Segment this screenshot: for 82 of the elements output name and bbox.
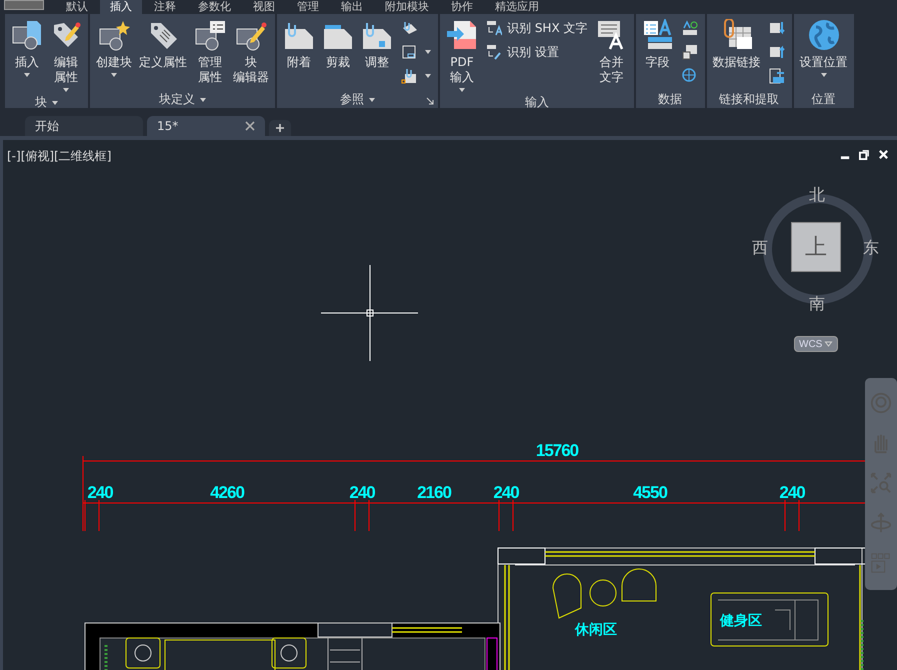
caret-icon[interactable] — [200, 98, 206, 102]
panel-title: 数据 — [658, 91, 682, 108]
room-label: 休闲区 — [575, 622, 617, 638]
tab-label: 开始 — [35, 118, 59, 134]
text-refresh-icon — [682, 20, 698, 36]
pdf-wrench-icon — [486, 44, 502, 60]
ribbon-button[interactable]: 字段 — [638, 17, 676, 91]
ribbon-tab[interactable]: 协作 — [441, 0, 483, 14]
dimension-text: 2160 — [417, 483, 451, 502]
ribbon-tab[interactable]: 默认 — [56, 0, 98, 14]
document-tab[interactable]: 15* — [147, 116, 265, 136]
panel-title: 参照 — [340, 91, 364, 108]
new-tab-button[interactable] — [269, 120, 291, 136]
ribbon-button[interactable]: 合并 文字 — [592, 17, 630, 94]
ribbon-button[interactable]: 设置位置 — [796, 17, 850, 91]
panel-title: 块定义 — [159, 91, 195, 108]
compass-north[interactable]: 北 — [809, 186, 825, 204]
ribbon-button[interactable]: PDF 输入 — [443, 17, 481, 94]
ribbon-button[interactable]: 编辑 属性 — [47, 17, 85, 94]
table-up-icon — [768, 44, 784, 60]
dimension-text: 240 — [87, 483, 113, 502]
dimension-text: 240 — [493, 483, 519, 502]
ribbon-tab[interactable]: 插入 — [100, 0, 142, 14]
ribbon-tab[interactable]: 管理 — [287, 0, 329, 14]
compass-east[interactable]: 东 — [863, 239, 879, 257]
globe-icon — [682, 68, 698, 84]
ribbon-button[interactable]: 剪裁 — [319, 17, 357, 91]
caret-icon — [824, 341, 834, 347]
button-label: WCS — [799, 338, 822, 350]
dimension-text: 4550 — [633, 483, 667, 502]
paperclip-frame-icon — [401, 68, 417, 84]
ribbon-tab[interactable]: 精选应用 — [485, 0, 549, 14]
ribbon-small-button[interactable] — [766, 67, 786, 85]
dimension-text: 4260 — [210, 483, 244, 502]
ribbon-small-button[interactable]: 识别 SHX 文字 — [484, 19, 590, 37]
viewport-controls[interactable]: [-][俯视][二维线框] — [7, 148, 112, 165]
room-label: 健身区 — [720, 613, 762, 629]
ribbon-small-button[interactable] — [680, 43, 700, 61]
dialog-launcher-icon[interactable] — [426, 97, 434, 105]
dimension-text: 240 — [349, 483, 375, 502]
view-cube[interactable]: 上 — [791, 222, 841, 272]
ribbon-small-button[interactable] — [399, 67, 433, 85]
compass-west[interactable]: 西 — [752, 239, 768, 257]
block-icon — [11, 19, 43, 51]
ribbon-button[interactable]: 附着 — [280, 17, 318, 91]
ribbon-button[interactable]: 块 编辑器 — [230, 17, 272, 91]
plus-icon — [275, 123, 285, 133]
caret-icon[interactable] — [369, 98, 375, 102]
ribbon-tab[interactable]: 输出 — [331, 0, 373, 14]
table-export-icon — [768, 68, 784, 84]
panel-title: 块 — [35, 94, 47, 111]
restore-icon[interactable] — [859, 149, 870, 160]
ribbon-button[interactable]: 数据链接 — [710, 17, 764, 91]
tab-label: 15* — [157, 119, 178, 133]
panel-title: 输入 — [524, 94, 549, 111]
block-star-icon — [98, 19, 130, 51]
ribbon-button[interactable]: 创建块 — [93, 17, 135, 91]
panel-title: 位置 — [812, 91, 836, 108]
ribbon-tab[interactable]: 附加模块 — [375, 0, 439, 14]
block-list-icon — [194, 19, 226, 51]
pdf-file-icon — [446, 19, 478, 51]
pdf-text-icon — [486, 20, 502, 36]
table-down-icon — [768, 20, 784, 36]
ribbon-small-button[interactable]: 识别 设置 — [484, 43, 590, 61]
ribbon-tab[interactable]: 视图 — [243, 0, 285, 14]
ribbon-button[interactable]: 定义属性 — [136, 17, 190, 91]
list-text-icon — [642, 19, 674, 51]
frame-icon — [401, 44, 417, 60]
ribbon-button[interactable]: 管理 属性 — [191, 17, 229, 91]
caret-icon[interactable] — [52, 101, 58, 105]
ribbon-button[interactable]: 插入 — [8, 17, 46, 94]
panel-title: 链接和提取 — [719, 91, 779, 108]
globe-icon — [808, 19, 840, 51]
dimension-text: 240 — [779, 483, 805, 502]
ribbon-tab[interactable]: 注释 — [144, 0, 186, 14]
document-tab[interactable]: 开始 — [25, 116, 143, 136]
paperclip-icon — [401, 20, 417, 36]
dimension-text: 15760 — [536, 441, 578, 460]
ribbon-button[interactable]: 调整 — [358, 17, 396, 91]
drawing-canvas[interactable]: [-][俯视][二维线框] 15760 240 4260 240 2160 240 4550 240 休闲区 健身区 北 西 上 东 南 WCS — [0, 140, 897, 670]
compass-south[interactable]: 南 — [809, 295, 825, 313]
ribbon-tab[interactable]: 参数化 — [188, 0, 241, 14]
